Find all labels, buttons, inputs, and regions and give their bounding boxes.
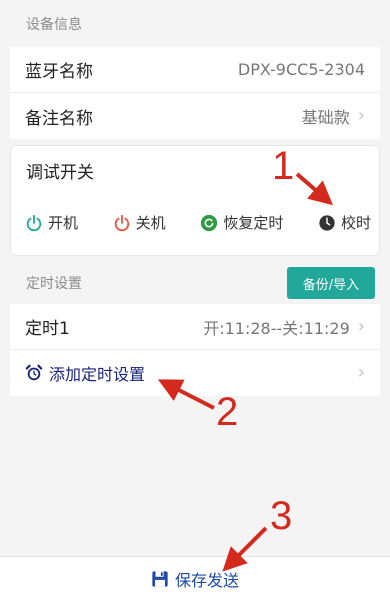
chevron-right-icon: › (357, 362, 365, 383)
power-on-button[interactable]: 开机 (25, 212, 78, 233)
annotation-number-2: 2 (216, 390, 239, 434)
save-send-button[interactable]: 保存发送 (151, 567, 239, 591)
backup-import-button[interactable]: 备份/导入 (287, 267, 375, 299)
floppy-disk-icon (152, 570, 168, 587)
bluetooth-name-label: 蓝牙名称 (25, 62, 93, 82)
save-send-label: 保存发送 (174, 570, 239, 590)
timer-row[interactable]: 定时1 开:11:28--关:11:29 › (10, 304, 380, 350)
timer-value-wrap: 开:11:28--关:11:29 › (203, 315, 365, 339)
power-off-label: 关机 (135, 214, 166, 232)
remark-name-value-wrap: 基础款 › (302, 104, 365, 128)
alarm-clock-icon (25, 364, 43, 381)
power-icon (114, 214, 129, 231)
debug-actions: 开机 关机 恢复定时 校时 (25, 212, 371, 233)
remark-name-value: 基础款 (301, 108, 350, 127)
timer-settings-header: 定时设置 备份/导入 (0, 263, 390, 303)
calibrate-time-label: 校时 (340, 214, 371, 232)
clock-icon (319, 214, 335, 231)
add-timer-row[interactable]: 添加定时设置 › (10, 350, 380, 396)
refresh-icon (201, 214, 218, 231)
timer-settings-title: 定时设置 (26, 276, 82, 292)
chevron-right-icon: › (357, 315, 365, 337)
remark-name-label: 备注名称 (25, 108, 93, 129)
chevron-right-icon: › (357, 105, 365, 126)
restore-timer-label: 恢复定时 (223, 214, 284, 232)
device-info-card: 蓝牙名称 DPX-9CC5-2304 备注名称 基础款 › (10, 47, 380, 139)
power-off-button[interactable]: 关机 (113, 212, 166, 233)
calibrate-time-button[interactable]: 校时 (318, 212, 371, 233)
footer-bar: 保存发送 (0, 556, 390, 600)
timer-label: 定时1 (25, 319, 70, 339)
power-icon (26, 214, 42, 231)
power-on-label: 开机 (48, 214, 79, 232)
annotation-number-1: 1 (272, 144, 295, 188)
device-info-header: 设备信息 (0, 0, 390, 47)
debug-switch-title: 调试开关 (26, 163, 94, 183)
bluetooth-name-row: 蓝牙名称 DPX-9CC5-2304 (10, 47, 380, 93)
add-timer-label: 添加定时设置 (49, 365, 146, 384)
annotation-number-3: 3 (270, 494, 293, 538)
timer-value: 开:11:28--关:11:29 (203, 318, 350, 338)
remark-name-row[interactable]: 备注名称 基础款 › (10, 93, 380, 139)
debug-switch-card: 调试开关 开机 关机 恢复定时 校时 (10, 145, 380, 256)
restore-timer-button[interactable]: 恢复定时 (200, 212, 283, 233)
device-info-title: 设备信息 (26, 16, 82, 33)
timer-list-card: 定时1 开:11:28--关:11:29 › 添加定时设置 › (10, 304, 380, 396)
bluetooth-name-value: DPX-9CC5-2304 (237, 60, 365, 79)
add-timer-button[interactable]: 添加定时设置 (25, 361, 145, 385)
